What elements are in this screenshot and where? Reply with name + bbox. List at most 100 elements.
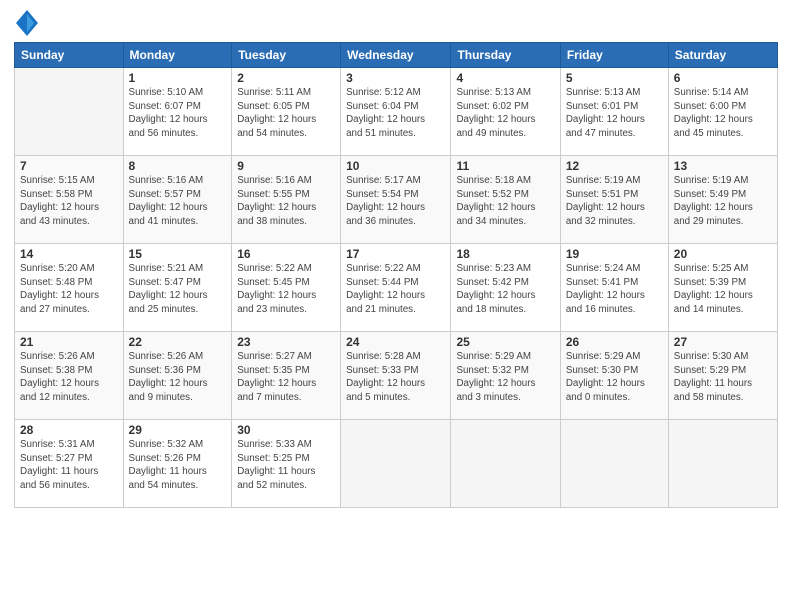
calendar-cell: 15Sunrise: 5:21 AM Sunset: 5:47 PM Dayli… — [123, 244, 232, 332]
day-info: Sunrise: 5:30 AM Sunset: 5:29 PM Dayligh… — [674, 350, 772, 405]
calendar-cell: 17Sunrise: 5:22 AM Sunset: 5:44 PM Dayli… — [341, 244, 451, 332]
calendar-cell: 12Sunrise: 5:19 AM Sunset: 5:51 PM Dayli… — [560, 156, 668, 244]
week-row-1: 1Sunrise: 5:10 AM Sunset: 6:07 PM Daylig… — [15, 68, 778, 156]
day-info: Sunrise: 5:25 AM Sunset: 5:39 PM Dayligh… — [674, 262, 772, 317]
col-header-wednesday: Wednesday — [341, 43, 451, 68]
calendar-cell: 8Sunrise: 5:16 AM Sunset: 5:57 PM Daylig… — [123, 156, 232, 244]
day-number: 7 — [20, 159, 118, 173]
day-info: Sunrise: 5:26 AM Sunset: 5:36 PM Dayligh… — [129, 350, 227, 405]
col-header-tuesday: Tuesday — [232, 43, 341, 68]
day-info: Sunrise: 5:10 AM Sunset: 6:07 PM Dayligh… — [129, 86, 227, 141]
day-info: Sunrise: 5:19 AM Sunset: 5:49 PM Dayligh… — [674, 174, 772, 229]
day-number: 24 — [346, 335, 445, 349]
day-info: Sunrise: 5:18 AM Sunset: 5:52 PM Dayligh… — [456, 174, 554, 229]
calendar-cell: 1Sunrise: 5:10 AM Sunset: 6:07 PM Daylig… — [123, 68, 232, 156]
day-number: 13 — [674, 159, 772, 173]
logo-icon — [16, 10, 38, 36]
calendar-cell — [15, 68, 124, 156]
calendar-cell: 26Sunrise: 5:29 AM Sunset: 5:30 PM Dayli… — [560, 332, 668, 420]
day-number: 17 — [346, 247, 445, 261]
week-row-2: 7Sunrise: 5:15 AM Sunset: 5:58 PM Daylig… — [15, 156, 778, 244]
day-info: Sunrise: 5:11 AM Sunset: 6:05 PM Dayligh… — [237, 86, 335, 141]
calendar-cell: 28Sunrise: 5:31 AM Sunset: 5:27 PM Dayli… — [15, 420, 124, 508]
col-header-thursday: Thursday — [451, 43, 560, 68]
col-header-saturday: Saturday — [668, 43, 777, 68]
day-number: 5 — [566, 71, 663, 85]
day-number: 19 — [566, 247, 663, 261]
day-number: 15 — [129, 247, 227, 261]
calendar-cell: 29Sunrise: 5:32 AM Sunset: 5:26 PM Dayli… — [123, 420, 232, 508]
day-info: Sunrise: 5:12 AM Sunset: 6:04 PM Dayligh… — [346, 86, 445, 141]
day-number: 4 — [456, 71, 554, 85]
calendar-cell: 20Sunrise: 5:25 AM Sunset: 5:39 PM Dayli… — [668, 244, 777, 332]
day-info: Sunrise: 5:22 AM Sunset: 5:45 PM Dayligh… — [237, 262, 335, 317]
calendar-cell — [668, 420, 777, 508]
calendar-cell: 13Sunrise: 5:19 AM Sunset: 5:49 PM Dayli… — [668, 156, 777, 244]
calendar-header-row: SundayMondayTuesdayWednesdayThursdayFrid… — [15, 43, 778, 68]
day-info: Sunrise: 5:19 AM Sunset: 5:51 PM Dayligh… — [566, 174, 663, 229]
day-info: Sunrise: 5:14 AM Sunset: 6:00 PM Dayligh… — [674, 86, 772, 141]
calendar-cell — [341, 420, 451, 508]
day-info: Sunrise: 5:17 AM Sunset: 5:54 PM Dayligh… — [346, 174, 445, 229]
day-number: 23 — [237, 335, 335, 349]
calendar-cell: 22Sunrise: 5:26 AM Sunset: 5:36 PM Dayli… — [123, 332, 232, 420]
calendar-cell: 19Sunrise: 5:24 AM Sunset: 5:41 PM Dayli… — [560, 244, 668, 332]
day-number: 8 — [129, 159, 227, 173]
day-number: 12 — [566, 159, 663, 173]
day-info: Sunrise: 5:31 AM Sunset: 5:27 PM Dayligh… — [20, 438, 118, 493]
day-number: 16 — [237, 247, 335, 261]
calendar-cell: 4Sunrise: 5:13 AM Sunset: 6:02 PM Daylig… — [451, 68, 560, 156]
day-info: Sunrise: 5:16 AM Sunset: 5:55 PM Dayligh… — [237, 174, 335, 229]
day-info: Sunrise: 5:29 AM Sunset: 5:32 PM Dayligh… — [456, 350, 554, 405]
day-info: Sunrise: 5:20 AM Sunset: 5:48 PM Dayligh… — [20, 262, 118, 317]
logo-blue — [14, 10, 38, 36]
calendar-cell: 2Sunrise: 5:11 AM Sunset: 6:05 PM Daylig… — [232, 68, 341, 156]
header — [14, 10, 778, 36]
calendar-cell: 10Sunrise: 5:17 AM Sunset: 5:54 PM Dayli… — [341, 156, 451, 244]
day-number: 25 — [456, 335, 554, 349]
day-info: Sunrise: 5:13 AM Sunset: 6:01 PM Dayligh… — [566, 86, 663, 141]
calendar-cell: 27Sunrise: 5:30 AM Sunset: 5:29 PM Dayli… — [668, 332, 777, 420]
day-number: 30 — [237, 423, 335, 437]
day-info: Sunrise: 5:23 AM Sunset: 5:42 PM Dayligh… — [456, 262, 554, 317]
logo — [14, 10, 38, 36]
calendar-cell: 11Sunrise: 5:18 AM Sunset: 5:52 PM Dayli… — [451, 156, 560, 244]
calendar-cell: 30Sunrise: 5:33 AM Sunset: 5:25 PM Dayli… — [232, 420, 341, 508]
day-number: 6 — [674, 71, 772, 85]
day-number: 10 — [346, 159, 445, 173]
day-number: 20 — [674, 247, 772, 261]
calendar: SundayMondayTuesdayWednesdayThursdayFrid… — [14, 42, 778, 508]
calendar-cell: 3Sunrise: 5:12 AM Sunset: 6:04 PM Daylig… — [341, 68, 451, 156]
calendar-cell — [451, 420, 560, 508]
day-number: 28 — [20, 423, 118, 437]
day-number: 14 — [20, 247, 118, 261]
week-row-4: 21Sunrise: 5:26 AM Sunset: 5:38 PM Dayli… — [15, 332, 778, 420]
day-number: 26 — [566, 335, 663, 349]
calendar-cell: 24Sunrise: 5:28 AM Sunset: 5:33 PM Dayli… — [341, 332, 451, 420]
day-number: 22 — [129, 335, 227, 349]
day-info: Sunrise: 5:15 AM Sunset: 5:58 PM Dayligh… — [20, 174, 118, 229]
col-header-friday: Friday — [560, 43, 668, 68]
calendar-cell: 16Sunrise: 5:22 AM Sunset: 5:45 PM Dayli… — [232, 244, 341, 332]
day-info: Sunrise: 5:29 AM Sunset: 5:30 PM Dayligh… — [566, 350, 663, 405]
day-info: Sunrise: 5:13 AM Sunset: 6:02 PM Dayligh… — [456, 86, 554, 141]
calendar-cell: 21Sunrise: 5:26 AM Sunset: 5:38 PM Dayli… — [15, 332, 124, 420]
day-number: 18 — [456, 247, 554, 261]
day-info: Sunrise: 5:16 AM Sunset: 5:57 PM Dayligh… — [129, 174, 227, 229]
day-number: 9 — [237, 159, 335, 173]
day-info: Sunrise: 5:28 AM Sunset: 5:33 PM Dayligh… — [346, 350, 445, 405]
day-info: Sunrise: 5:21 AM Sunset: 5:47 PM Dayligh… — [129, 262, 227, 317]
calendar-cell: 6Sunrise: 5:14 AM Sunset: 6:00 PM Daylig… — [668, 68, 777, 156]
day-number: 3 — [346, 71, 445, 85]
calendar-cell: 23Sunrise: 5:27 AM Sunset: 5:35 PM Dayli… — [232, 332, 341, 420]
calendar-cell: 18Sunrise: 5:23 AM Sunset: 5:42 PM Dayli… — [451, 244, 560, 332]
day-number: 21 — [20, 335, 118, 349]
day-number: 29 — [129, 423, 227, 437]
col-header-monday: Monday — [123, 43, 232, 68]
calendar-cell: 25Sunrise: 5:29 AM Sunset: 5:32 PM Dayli… — [451, 332, 560, 420]
day-number: 1 — [129, 71, 227, 85]
week-row-3: 14Sunrise: 5:20 AM Sunset: 5:48 PM Dayli… — [15, 244, 778, 332]
calendar-cell: 14Sunrise: 5:20 AM Sunset: 5:48 PM Dayli… — [15, 244, 124, 332]
day-info: Sunrise: 5:27 AM Sunset: 5:35 PM Dayligh… — [237, 350, 335, 405]
day-number: 11 — [456, 159, 554, 173]
